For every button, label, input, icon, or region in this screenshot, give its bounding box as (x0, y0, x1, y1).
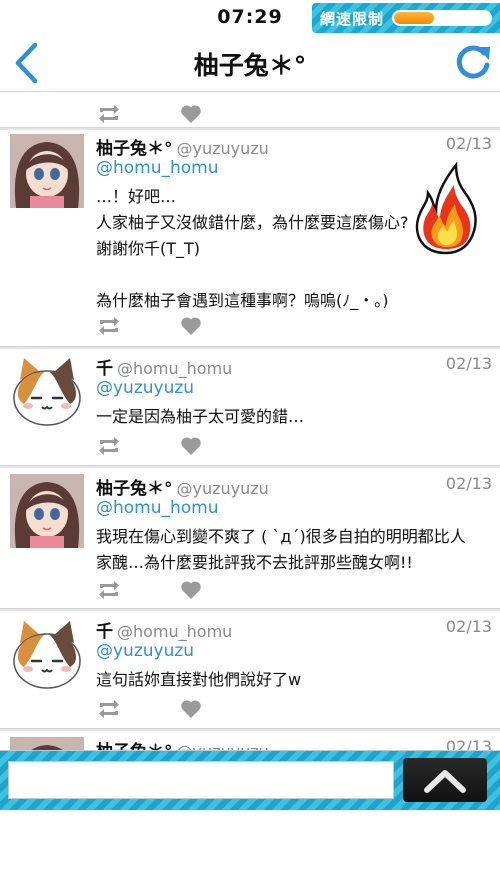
mention-link[interactable]: @homu_homu (96, 498, 219, 518)
retweet-icon[interactable] (96, 699, 122, 719)
divider (0, 346, 500, 349)
retweet-icon[interactable] (96, 104, 122, 124)
speed-limit-indicator: 網速限制 (312, 3, 500, 33)
tweet-actions (96, 104, 216, 124)
avatar[interactable] (10, 474, 84, 548)
page-title: 柚子兔＊° (193, 51, 307, 80)
refresh-button[interactable] (450, 40, 496, 86)
tweet-actions (96, 436, 216, 456)
reply-bar (0, 750, 500, 810)
speed-limit-bar (392, 10, 492, 26)
tweet-header: 柚子兔＊°@yuzuyuzu 02/13 (96, 134, 492, 159)
refresh-icon (456, 45, 490, 79)
tweet-line: 我現在傷心到變不爽了 ( `д´)很多自拍的明明都比人 (96, 527, 466, 546)
mention-link[interactable]: @yuzuyuzu (96, 641, 194, 661)
chevron-up-icon (424, 770, 466, 793)
tweet-item[interactable]: 柚子兔＊° @yuzuyuzu 02/13 (0, 737, 500, 750)
author-name[interactable]: 千 (96, 622, 113, 642)
heart-icon[interactable] (180, 316, 202, 336)
tweet-header: 千 @homu_homu 02/13 (96, 617, 492, 642)
tweet-header: 柚子兔＊°@yuzuyuzu 02/13 (96, 474, 492, 499)
author-handle[interactable]: @homu_homu (117, 359, 232, 378)
tweet-line (96, 262, 494, 288)
timeline[interactable]: 柚子兔＊° @yuzuyuzu 02/13 @homu_homu …！好吧… 人家… (0, 92, 500, 750)
heart-icon[interactable] (180, 436, 202, 456)
tweet-actions (96, 699, 216, 719)
tweet-header: 柚子兔＊° @yuzuyuzu 02/13 (96, 737, 492, 750)
author-handle[interactable]: @yuzuyuzu (177, 742, 269, 750)
speed-limit-label: 網速限制 (320, 10, 385, 28)
tweet-item[interactable]: 千 @homu_homu 02/13 @yuzuyuzu 一定是因為柚子太可愛的錯… (0, 354, 500, 464)
retweet-icon[interactable] (96, 436, 122, 456)
speed-limit-fill (394, 12, 435, 24)
tweet-line: 為什麼柚子會遇到這種事啊？嗚嗚(ﾉ_・｡) (96, 291, 389, 310)
tweet-date: 02/13 (445, 617, 492, 636)
tweet-text: 我現在傷心到變不爽了 ( `д´)很多自拍的明明都比人 家醜…為什麼要批評我不去… (96, 524, 494, 576)
tweet-text: 這句話妳直接對他們說好了w (96, 667, 494, 693)
tweet-date: 02/13 (445, 474, 492, 493)
fire-icon (415, 161, 477, 255)
avatar[interactable] (10, 737, 84, 750)
tweet-line: 家醜…為什麼要批評我不去批評那些醜女啊!! (96, 553, 413, 572)
author-name[interactable]: 柚子兔＊° (96, 139, 173, 159)
author-name[interactable]: 柚子兔＊° (96, 479, 173, 499)
cat-avatar-icon (13, 621, 81, 689)
heart-icon[interactable] (180, 699, 202, 719)
author-name[interactable]: 千 (96, 359, 113, 379)
author-name[interactable]: 柚子兔＊° (96, 742, 173, 750)
cat-avatar-icon (13, 358, 81, 426)
divider (0, 127, 500, 130)
girl-avatar-icon (10, 474, 84, 548)
tweet-date: 02/13 (445, 134, 492, 153)
heart-icon[interactable] (180, 580, 202, 600)
avatar[interactable] (10, 354, 84, 428)
girl-avatar-icon (10, 134, 84, 208)
divider (0, 465, 500, 468)
send-button[interactable] (403, 758, 487, 802)
tweet-actions (96, 316, 216, 336)
tweet-header: 千 @homu_homu 02/13 (96, 354, 492, 379)
tweet-date: 02/13 (445, 737, 492, 750)
reply-input[interactable] (8, 761, 394, 799)
tweet-line: 一定是因為柚子太可愛的錯… (96, 407, 305, 426)
tweet-item[interactable]: 千 @homu_homu 02/13 @yuzuyuzu 這句話妳直接對他們說好了… (0, 617, 500, 727)
status-bar: 07:29 網速限制 (0, 0, 500, 34)
mention-link[interactable]: @homu_homu (96, 158, 219, 178)
divider (0, 728, 500, 731)
tweet-item[interactable]: 柚子兔＊° @yuzuyuzu 02/13 @homu_homu 我現在傷心到變不… (0, 474, 500, 609)
retweet-icon[interactable] (96, 316, 122, 336)
avatar[interactable] (10, 134, 84, 208)
tweet-item[interactable]: 柚子兔＊° @yuzuyuzu 02/13 @homu_homu …！好吧… 人家… (0, 134, 500, 349)
tweet-date: 02/13 (445, 354, 492, 373)
heart-icon[interactable] (180, 104, 202, 124)
author-handle[interactable]: @yuzuyuzu (177, 139, 269, 158)
girl-avatar-icon (10, 737, 84, 750)
author-handle[interactable]: @yuzuyuzu (177, 479, 269, 498)
author-handle[interactable]: @homu_homu (117, 622, 232, 641)
tweet-actions (96, 580, 216, 600)
nav-bar: 柚子兔＊° (0, 34, 500, 92)
tweet-line: 這句話妳直接對他們說好了w (96, 670, 302, 689)
divider (0, 608, 500, 611)
tweet-text: 一定是因為柚子太可愛的錯… (96, 404, 494, 430)
retweet-icon[interactable] (96, 580, 122, 600)
avatar[interactable] (10, 617, 84, 691)
mention-link[interactable]: @yuzuyuzu (96, 378, 194, 398)
